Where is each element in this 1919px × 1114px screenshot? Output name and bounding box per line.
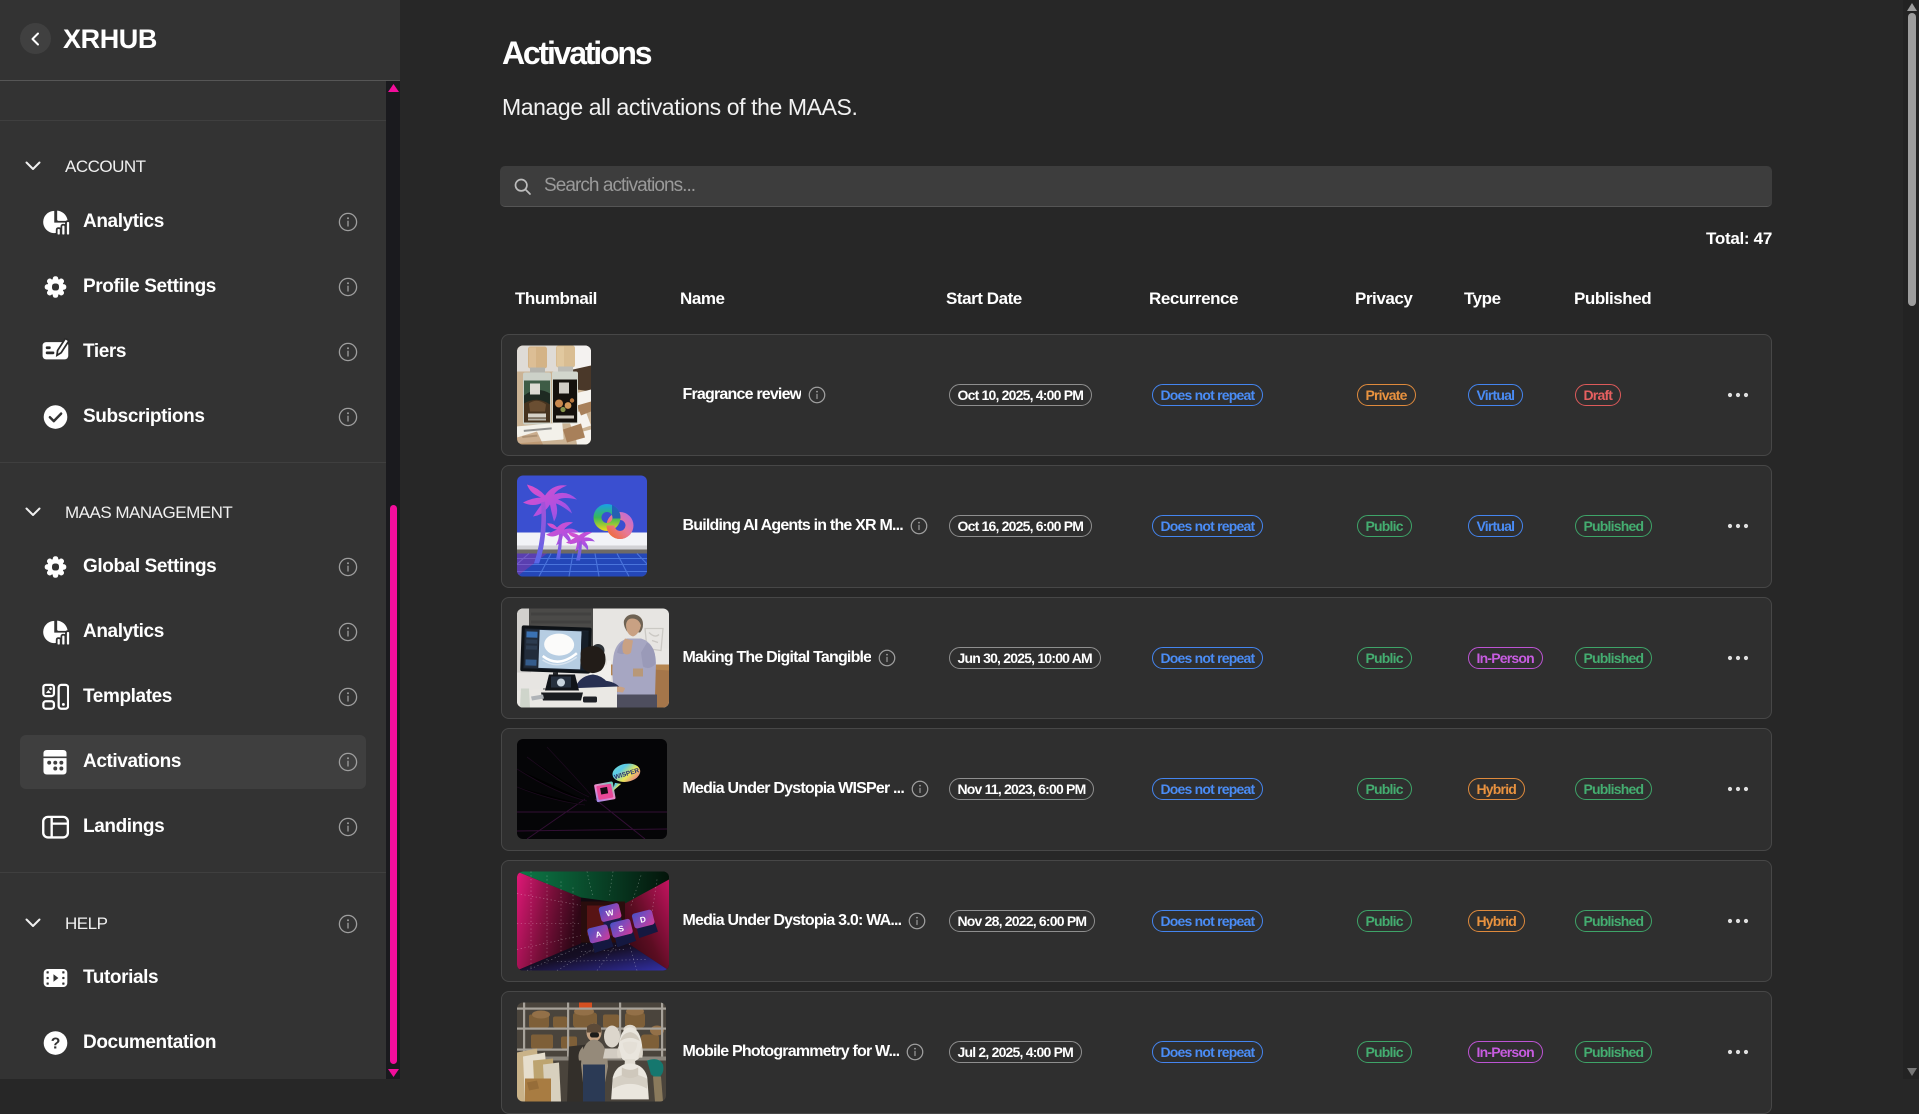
svg-text:?: ? xyxy=(51,1035,61,1052)
